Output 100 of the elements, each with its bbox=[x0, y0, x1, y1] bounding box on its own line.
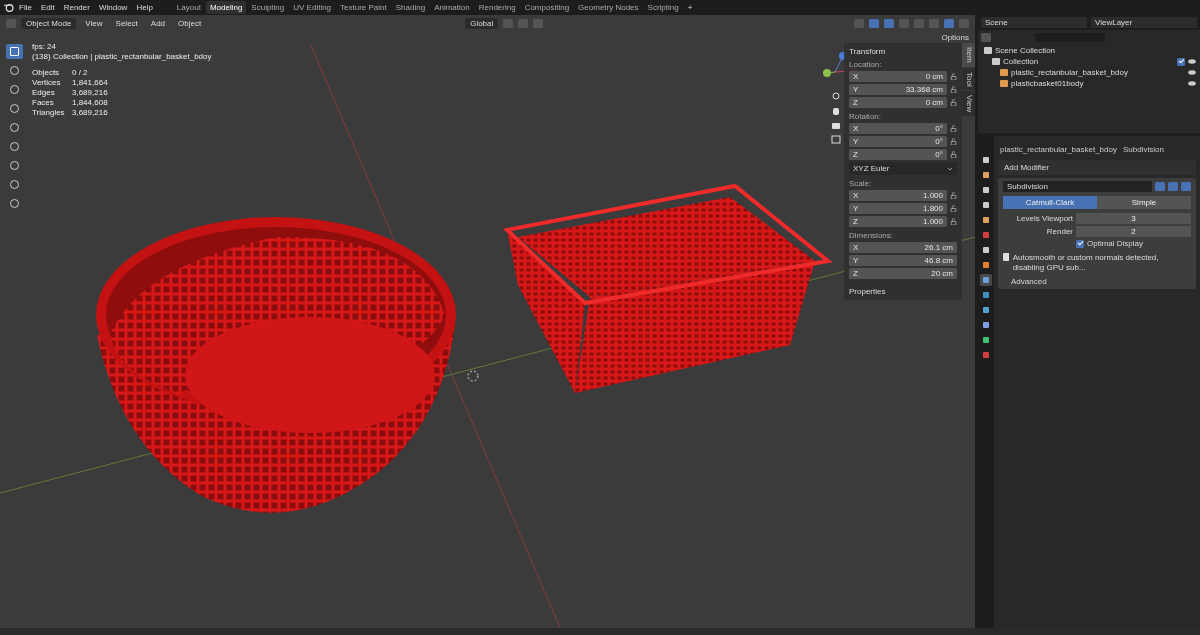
menu-item[interactable]: Help bbox=[132, 3, 157, 12]
zoom-icon[interactable] bbox=[832, 92, 840, 100]
options-dropdown[interactable]: Options bbox=[941, 33, 969, 42]
tool-tab[interactable] bbox=[980, 154, 992, 166]
constraints-tab[interactable] bbox=[980, 319, 992, 331]
sidebar-tab[interactable]: Tool bbox=[962, 67, 975, 91]
lock-icon[interactable] bbox=[950, 125, 957, 132]
workspace-tab[interactable]: Geometry Nodes bbox=[574, 1, 643, 14]
sidebar-tab[interactable]: Item bbox=[962, 43, 975, 67]
scene-tab[interactable] bbox=[980, 214, 992, 226]
panel-title[interactable]: Transform bbox=[849, 47, 957, 56]
physics-tab[interactable] bbox=[980, 304, 992, 316]
menu-item[interactable]: Select bbox=[111, 19, 142, 28]
menu-item[interactable]: View bbox=[81, 19, 107, 28]
orientation-dropdown[interactable]: Global bbox=[465, 18, 499, 29]
lock-icon[interactable] bbox=[950, 151, 957, 158]
modifier-name-field[interactable]: Subdivision bbox=[1003, 181, 1152, 192]
lock-icon[interactable] bbox=[950, 99, 957, 106]
field-label: Levels Viewport bbox=[1015, 214, 1073, 223]
modifier-tab[interactable] bbox=[980, 274, 992, 286]
view-layer-selector[interactable]: ViewLayer bbox=[1091, 17, 1197, 28]
stat-label: Objects bbox=[32, 68, 61, 77]
menu-item[interactable]: Object bbox=[174, 19, 206, 28]
add-workspace-button[interactable]: + bbox=[683, 3, 697, 12]
number-field[interactable]: 2 bbox=[1076, 226, 1191, 237]
workspace-tab[interactable]: Layout bbox=[172, 1, 205, 14]
data-tab[interactable] bbox=[980, 334, 992, 346]
scene-selector[interactable]: Scene bbox=[981, 17, 1087, 28]
render-tab[interactable] bbox=[980, 169, 992, 181]
stat-value: 1,844,608 bbox=[72, 98, 109, 107]
subdivision-type-button[interactable]: Simple bbox=[1097, 196, 1191, 209]
checkbox[interactable] bbox=[1177, 57, 1185, 66]
menu-item[interactable]: File bbox=[15, 3, 36, 12]
number-field[interactable]: Z 1.000 bbox=[849, 216, 947, 227]
stat-label: Vertices bbox=[32, 78, 62, 87]
lock-icon[interactable] bbox=[950, 73, 957, 80]
panel-title[interactable]: Properties bbox=[849, 287, 957, 296]
stat-value: 3,689,216 bbox=[72, 88, 109, 97]
number-field[interactable]: X 0° bbox=[849, 123, 947, 134]
number-field[interactable]: Y 0° bbox=[849, 136, 947, 147]
rotation-mode-dropdown[interactable]: XYZ Euler bbox=[849, 162, 957, 175]
modifier-name: Subdivision bbox=[1122, 145, 1164, 154]
sidebar-tab[interactable]: View bbox=[962, 91, 975, 117]
number-field[interactable]: 3 bbox=[1076, 213, 1191, 224]
collection-tab[interactable] bbox=[980, 244, 992, 256]
warning-text: Autosmooth or custom normals detected, disabling GPU sub... bbox=[1012, 253, 1160, 273]
view-layer-tab[interactable] bbox=[980, 199, 992, 211]
lock-icon[interactable] bbox=[950, 218, 957, 225]
number-field[interactable]: Z 20 cm bbox=[849, 268, 957, 279]
checkbox[interactable] bbox=[1076, 239, 1084, 248]
object-tab[interactable] bbox=[980, 259, 992, 271]
workspace-tab[interactable]: Rendering bbox=[474, 1, 520, 14]
particles-tab[interactable] bbox=[980, 289, 992, 301]
tree-item[interactable]: plastic_rectanbular_basket_bdoy bbox=[1011, 68, 1185, 77]
tree-item[interactable]: Collection bbox=[1003, 57, 1174, 66]
lock-icon[interactable] bbox=[950, 86, 957, 93]
workspace-tab[interactable]: Shading bbox=[391, 1, 430, 14]
menu-item[interactable]: Render bbox=[59, 3, 94, 12]
number-field[interactable]: Z 0° bbox=[849, 149, 947, 160]
workspace-tab[interactable]: Modeling bbox=[205, 1, 247, 14]
menu-item[interactable]: Edit bbox=[36, 3, 59, 12]
fps-text: fps: 24 bbox=[32, 42, 57, 51]
number-field[interactable]: Z 0 cm bbox=[849, 97, 947, 108]
lock-icon[interactable] bbox=[950, 205, 957, 212]
menu-item[interactable]: Add bbox=[146, 19, 170, 28]
number-field[interactable]: X 0 cm bbox=[849, 71, 947, 82]
stat-value: 0 / 2 bbox=[72, 68, 89, 77]
tree-item[interactable]: Scene Collection bbox=[995, 46, 1196, 55]
tree-item[interactable]: plasticbasket01body bbox=[1011, 79, 1185, 88]
world-tab[interactable] bbox=[980, 229, 992, 241]
output-tab[interactable] bbox=[980, 184, 992, 196]
workspace-tab[interactable]: Animation bbox=[430, 1, 474, 14]
group-label: Location: bbox=[849, 60, 883, 69]
workspace-tab[interactable]: UV Editing bbox=[289, 1, 336, 14]
select-tool-icon[interactable] bbox=[5, 44, 23, 59]
workspace-tab[interactable]: Sculpting bbox=[247, 1, 289, 14]
stat-value: 3,689,216 bbox=[72, 108, 109, 117]
advanced-subpanel[interactable]: Advanced bbox=[1003, 277, 1191, 287]
workspace-tab[interactable]: Texture Paint bbox=[336, 1, 391, 14]
field-label: Render bbox=[1045, 227, 1073, 236]
number-field[interactable]: Y 33.368 cm bbox=[849, 84, 947, 95]
group-label: Dimensions: bbox=[849, 231, 894, 240]
add-modifier-button[interactable]: Add Modifier bbox=[998, 160, 1196, 175]
lock-icon[interactable] bbox=[950, 138, 957, 145]
stat-label: Triangles bbox=[32, 108, 66, 117]
mode-dropdown[interactable]: Object Mode bbox=[21, 18, 77, 29]
menu-item[interactable]: Window bbox=[94, 3, 132, 12]
number-field[interactable]: Y 46.8 cm bbox=[849, 255, 957, 266]
stat-label: Faces bbox=[32, 98, 55, 107]
workspace-tab[interactable]: Compositing bbox=[520, 1, 574, 14]
subdivision-type-button[interactable]: Catmull-Clark bbox=[1003, 196, 1097, 209]
number-field[interactable]: X 26.1 cm bbox=[849, 242, 957, 253]
number-field[interactable]: X 1.000 bbox=[849, 190, 947, 201]
group-label: Scale: bbox=[849, 179, 873, 188]
number-field[interactable]: Y 1.800 bbox=[849, 203, 947, 214]
checkbox-label: Optimal Display bbox=[1087, 239, 1143, 248]
workspace-tab[interactable]: Scripting bbox=[643, 1, 683, 14]
material-tab[interactable] bbox=[980, 349, 992, 361]
app-logo-icon[interactable] bbox=[4, 3, 14, 12]
lock-icon[interactable] bbox=[950, 192, 957, 199]
